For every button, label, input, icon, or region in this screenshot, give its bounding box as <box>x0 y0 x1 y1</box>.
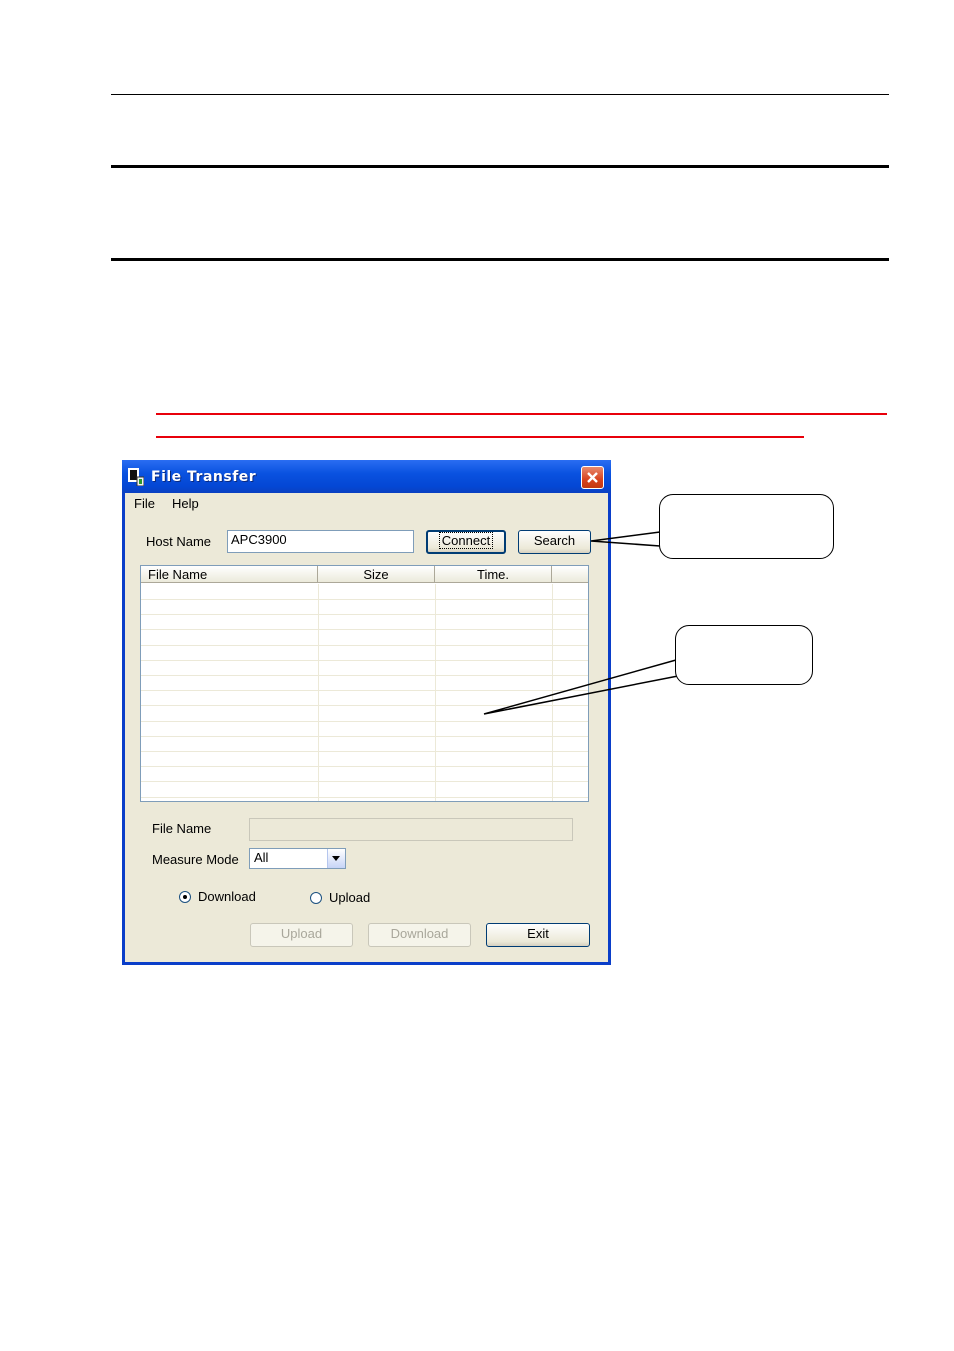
table-row <box>141 735 588 737</box>
column-time[interactable]: Time. <box>435 566 552 583</box>
column-file-name[interactable]: File Name <box>141 566 318 583</box>
window-client-area: File Help Host Name APC3900 Connect Sear… <box>125 493 608 962</box>
section-rule-bottom <box>111 258 889 261</box>
red-underline-2 <box>156 436 804 438</box>
file-list[interactable]: File Name Size Time. <box>140 565 589 802</box>
table-row <box>141 720 588 722</box>
menu-bar: File Help <box>125 493 608 513</box>
measure-mode-value: All <box>254 850 269 865</box>
table-row <box>141 675 588 676</box>
callout-file-list <box>675 625 813 685</box>
column-size[interactable]: Size <box>318 566 435 583</box>
column-divider <box>435 584 436 801</box>
table-row <box>141 629 588 631</box>
measure-mode-label: Measure Mode <box>152 852 239 867</box>
window-title: File Transfer <box>151 469 257 485</box>
table-row <box>141 690 588 692</box>
measure-mode-select[interactable]: All <box>249 848 346 869</box>
file-name-field <box>249 818 573 841</box>
table-row <box>141 599 588 600</box>
connect-button[interactable]: Connect <box>426 530 506 554</box>
app-icon <box>128 468 144 486</box>
table-row <box>141 781 588 783</box>
download-radio-label[interactable]: Download <box>198 889 256 904</box>
table-row <box>141 705 588 707</box>
column-divider <box>318 584 319 801</box>
table-row <box>141 614 588 616</box>
download-button-label: Download <box>390 926 449 941</box>
callout-search <box>659 494 834 559</box>
connect-button-label: Connect <box>438 532 494 549</box>
download-radio[interactable] <box>179 891 191 903</box>
exit-button-label: Exit <box>527 926 549 941</box>
menu-help[interactable]: Help <box>172 496 199 511</box>
download-button[interactable]: Download <box>368 923 471 947</box>
exit-button[interactable]: Exit <box>486 923 590 947</box>
header-rule <box>111 94 889 95</box>
chevron-down-icon <box>332 856 340 861</box>
file-transfer-window: File Transfer File Help Host Name APC390… <box>122 460 611 965</box>
table-row <box>141 766 588 768</box>
file-list-header: File Name Size Time. <box>141 566 588 584</box>
table-row <box>141 751 588 752</box>
upload-button-label: Upload <box>280 926 323 941</box>
close-button[interactable] <box>581 466 604 489</box>
dropdown-arrow[interactable] <box>327 849 345 868</box>
title-bar[interactable]: File Transfer <box>122 460 611 493</box>
upload-button[interactable]: Upload <box>250 923 353 947</box>
column-extra[interactable] <box>552 566 588 583</box>
section-rule-top <box>111 165 889 168</box>
upload-radio-label[interactable]: Upload <box>329 890 370 905</box>
search-button-label: Search <box>533 533 576 548</box>
menu-file[interactable]: File <box>134 496 155 511</box>
host-name-label: Host Name <box>146 534 212 549</box>
table-row <box>141 796 588 798</box>
close-icon <box>587 472 598 483</box>
column-divider <box>552 584 553 801</box>
host-name-input[interactable]: APC3900 <box>227 530 414 553</box>
upload-radio[interactable] <box>310 892 322 904</box>
red-underline-1 <box>156 413 887 415</box>
table-row <box>141 644 588 646</box>
search-button[interactable]: Search <box>518 530 591 554</box>
file-name-label: File Name <box>152 821 212 836</box>
table-row <box>141 659 588 661</box>
